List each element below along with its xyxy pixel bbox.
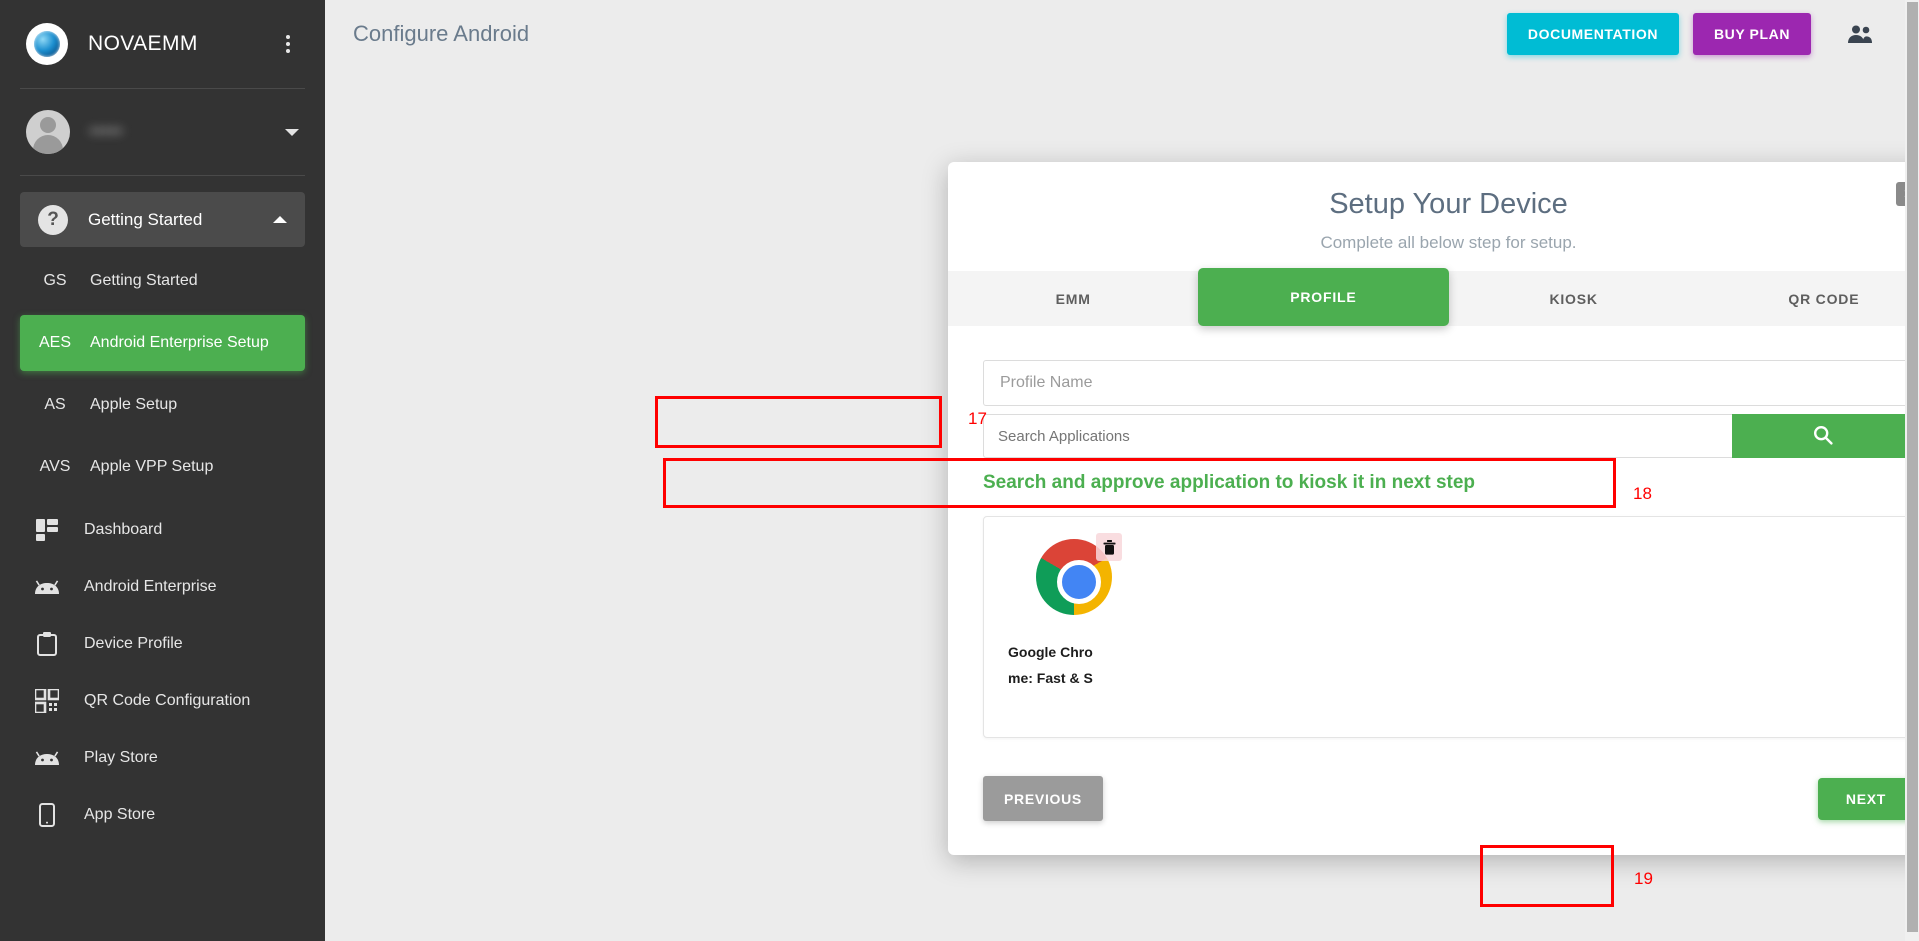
sidebar-group-getting-started[interactable]: ? Getting Started <box>20 192 305 247</box>
sidebar-item-play-store[interactable]: Play Store <box>0 729 325 786</box>
app-card[interactable]: Google Chro me: Fast & S <box>1008 533 1158 691</box>
buy-plan-button[interactable]: BUY PLAN <box>1693 13 1811 55</box>
vertical-scrollbar[interactable] <box>1905 0 1919 941</box>
sidebar: NOVAEMM ••••• ? Getting Started GS Getti… <box>0 0 325 941</box>
sidebar-item-label: QR Code Configuration <box>84 691 251 709</box>
sidebar-item-label: Apple VPP Setup <box>90 458 214 475</box>
sidebar-item-label: Play Store <box>84 748 158 766</box>
sidebar-item-abbr: AVS <box>39 458 71 475</box>
modal-title: Setup Your Device <box>1329 188 1568 220</box>
scrollbar-thumb[interactable] <box>1907 2 1918 932</box>
android-icon <box>32 750 62 766</box>
sidebar-item-qr-code-configuration[interactable]: QR Code Configuration <box>0 672 325 729</box>
approved-apps-grid: Google Chro me: Fast & S <box>983 516 1914 738</box>
trash-icon[interactable] <box>1096 533 1122 561</box>
mobile-phone-icon <box>32 802 62 827</box>
people-icon[interactable] <box>1847 24 1873 44</box>
app-name: Google Chro me: Fast & S <box>1008 639 1158 691</box>
search-button[interactable] <box>1732 414 1914 458</box>
previous-button[interactable]: PREVIOUS <box>983 776 1103 821</box>
android-icon <box>32 579 62 595</box>
modal-subtitle: Complete all below step for setup. <box>1320 233 1577 252</box>
user-name: ••••• <box>90 123 124 140</box>
search-applications-input[interactable] <box>983 414 1732 458</box>
brand-name: NOVAEMM <box>88 32 198 55</box>
setup-device-modal: Setup Your Device Complete all below ste… <box>948 162 1919 855</box>
circle-logo-icon <box>26 23 68 65</box>
user-account-row[interactable]: ••••• <box>0 89 325 175</box>
app-root: NOVAEMM ••••• ? Getting Started GS Getti… <box>0 0 1919 941</box>
tab-emm[interactable]: EMM <box>948 271 1198 326</box>
chevron-up-icon[interactable] <box>273 216 287 223</box>
sidebar-item-abbr: AES <box>38 334 71 351</box>
sidebar-item-apple-vpp-setup[interactable]: AVS Apple VPP Setup <box>20 439 305 495</box>
avatar-icon <box>26 110 70 154</box>
sidebar-item-device-profile[interactable]: Device Profile <box>0 615 325 672</box>
sidebar-nav: ? Getting Started GS Getting Started AES… <box>0 176 325 843</box>
search-applications-row <box>983 414 1914 458</box>
qr-code-icon <box>32 688 62 713</box>
kebab-menu-icon[interactable] <box>277 35 299 53</box>
sidebar-item-app-store[interactable]: App Store <box>0 786 325 843</box>
sidebar-item-label: Android Enterprise <box>84 577 217 595</box>
search-hint-text: Search and approve application to kiosk … <box>983 472 1476 493</box>
sidebar-item-label: Dashboard <box>84 520 163 538</box>
app-name-line-1: Google Chro <box>1008 644 1093 660</box>
documentation-button[interactable]: DOCUMENTATION <box>1507 13 1679 55</box>
sidebar-item-dashboard[interactable]: Dashboard <box>0 501 325 558</box>
sidebar-item-abbr: AS <box>44 396 66 413</box>
sidebar-item-getting-started[interactable]: GS Getting Started <box>20 253 305 309</box>
annotation-label-18: 18 <box>1633 484 1652 503</box>
annotation-label-19: 19 <box>1634 869 1653 888</box>
search-icon <box>1813 425 1833 448</box>
annotation-label-17: 17 <box>968 409 987 428</box>
chevron-down-icon[interactable] <box>285 128 299 136</box>
clipboard-icon <box>32 631 62 656</box>
sidebar-item-apple-setup[interactable]: AS Apple Setup <box>20 377 305 433</box>
sidebar-item-label: Device Profile <box>84 634 183 652</box>
main-content: Configure Android DOCUMENTATION BUY PLAN… <box>325 0 1919 941</box>
profile-name-field <box>983 360 1914 406</box>
question-mark-icon: ? <box>38 204 68 235</box>
sidebar-item-android-enterprise[interactable]: Android Enterprise <box>0 558 325 615</box>
sidebar-item-label: App Store <box>84 805 156 823</box>
tab-qr-code[interactable]: QR CODE <box>1699 271 1919 326</box>
tab-profile[interactable]: PROFILE <box>1198 268 1449 326</box>
page-title: Configure Android <box>353 21 530 46</box>
app-name-line-2: me: Fast & S <box>1008 670 1093 686</box>
sidebar-item-android-enterprise-setup[interactable]: AES Android Enterprise Setup <box>20 315 305 371</box>
brand-header: NOVAEMM <box>0 0 325 88</box>
sidebar-item-abbr: GS <box>43 272 67 289</box>
tab-kiosk[interactable]: KIOSK <box>1449 271 1699 326</box>
sidebar-item-label: Apple Setup <box>90 396 178 413</box>
sidebar-group-label: Getting Started <box>88 209 203 229</box>
modal-body: Search and approve application to kiosk … <box>948 326 1919 738</box>
sidebar-item-label: Android Enterprise Setup <box>90 334 269 351</box>
modal-header: Setup Your Device Complete all below ste… <box>948 162 1919 271</box>
sidebar-item-label: Getting Started <box>90 272 198 289</box>
next-button[interactable]: NEXT <box>1818 777 1914 820</box>
dashboard-grid-icon <box>32 518 62 541</box>
topbar: Configure Android DOCUMENTATION BUY PLAN <box>325 0 1919 68</box>
modal-tabs: EMM PROFILE KIOSK QR CODE <box>948 268 1919 326</box>
profile-name-input[interactable] <box>983 360 1914 406</box>
modal-footer: PREVIOUS NEXT <box>948 738 1919 855</box>
